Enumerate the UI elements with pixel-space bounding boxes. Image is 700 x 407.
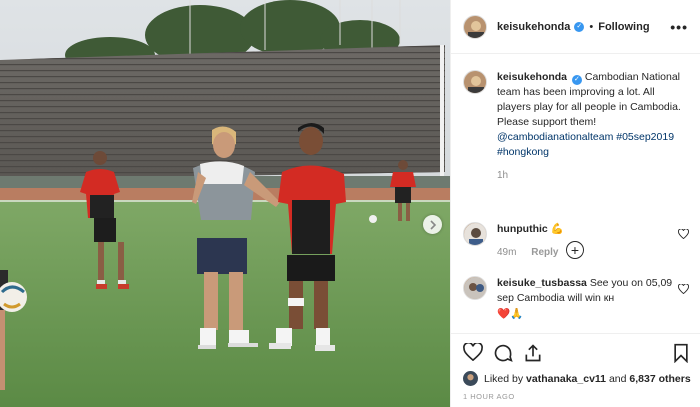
author-avatar[interactable]	[463, 14, 487, 39]
next-arrow-icon	[429, 219, 436, 230]
heart-icon[interactable]	[678, 229, 689, 239]
comment-avatar[interactable]	[463, 276, 487, 300]
comment-username[interactable]: hunputhic	[497, 223, 548, 235]
caption-text-block: keisukehonda ✓ Cambodian National team h…	[497, 70, 689, 183]
reply-button[interactable]: Reply	[531, 247, 558, 258]
likes-prefix: Liked by	[484, 372, 524, 385]
separator-dot: •	[589, 20, 594, 33]
share-icon[interactable]	[523, 343, 543, 363]
following-button[interactable]: Following	[598, 21, 649, 33]
comment-avatar[interactable]	[463, 222, 487, 246]
comment-emoji: ❤️🙏	[497, 308, 524, 320]
comment-entry: hunputhic 💪 49m Reply	[463, 222, 689, 260]
likes-count[interactable]: 6,837 others	[629, 373, 690, 385]
author-username[interactable]: keisukehonda	[497, 21, 570, 33]
comment-text: 💪	[550, 223, 564, 235]
caption-entry: keisukehonda ✓ Cambodian National team h…	[463, 70, 689, 183]
likes-summary: Liked by vathanaka_cv11 and 6,837 others	[463, 371, 691, 386]
caption-avatar[interactable]	[463, 70, 487, 94]
verified-icon: ✓	[571, 75, 582, 85]
liker-avatar[interactable]	[463, 371, 478, 386]
more-options-button[interactable]: •••	[670, 19, 688, 35]
caption-username[interactable]: keisukehonda	[497, 71, 567, 83]
author-name-group: keisukehonda ✓ • Following	[497, 21, 650, 33]
post-timestamp: 1 HOUR AGO	[463, 392, 515, 401]
post-header: keisukehonda ✓ • Following •••	[451, 0, 700, 54]
comment-meta: 49m Reply	[497, 245, 570, 260]
post-photo[interactable]	[0, 0, 450, 407]
caption-hashtag-1[interactable]: #05sep2019	[616, 131, 674, 143]
action-icons	[463, 343, 689, 365]
comment-icon[interactable]	[493, 343, 513, 363]
verified-icon: ✓	[574, 21, 585, 32]
next-photo-button[interactable]	[423, 215, 442, 234]
comments-section: keisukehonda ✓ Cambodian National team h…	[451, 62, 700, 332]
liker-username[interactable]: vathanaka_cv11	[526, 373, 606, 385]
caption-time: 1h	[497, 170, 509, 181]
bookmark-icon[interactable]	[673, 343, 689, 363]
comment-username[interactable]: keisuke_tusbassa	[497, 277, 587, 289]
caption-hashtag-2[interactable]: #hongkong	[497, 146, 549, 158]
comment-text-block: keisuke_tusbassa See you on 05,09 sep Ca…	[497, 276, 689, 322]
comment-text-block: hunputhic 💪 49m Reply	[497, 222, 570, 260]
heart-icon[interactable]	[463, 343, 483, 361]
comment-time: 49m	[497, 247, 517, 258]
post-panel: keisukehonda ✓ • Following ••• keisukeho…	[450, 0, 700, 407]
heart-icon[interactable]	[678, 284, 689, 294]
comment-entry: keisuke_tusbassa See you on 05,09 sep Ca…	[463, 276, 689, 322]
caption-mention-link[interactable]: @cambodianationalteam	[497, 131, 613, 143]
likes-middle: and	[608, 372, 627, 385]
caption-meta: 1h	[497, 168, 689, 183]
post-actions: Liked by vathanaka_cv11 and 6,837 others…	[451, 333, 700, 407]
